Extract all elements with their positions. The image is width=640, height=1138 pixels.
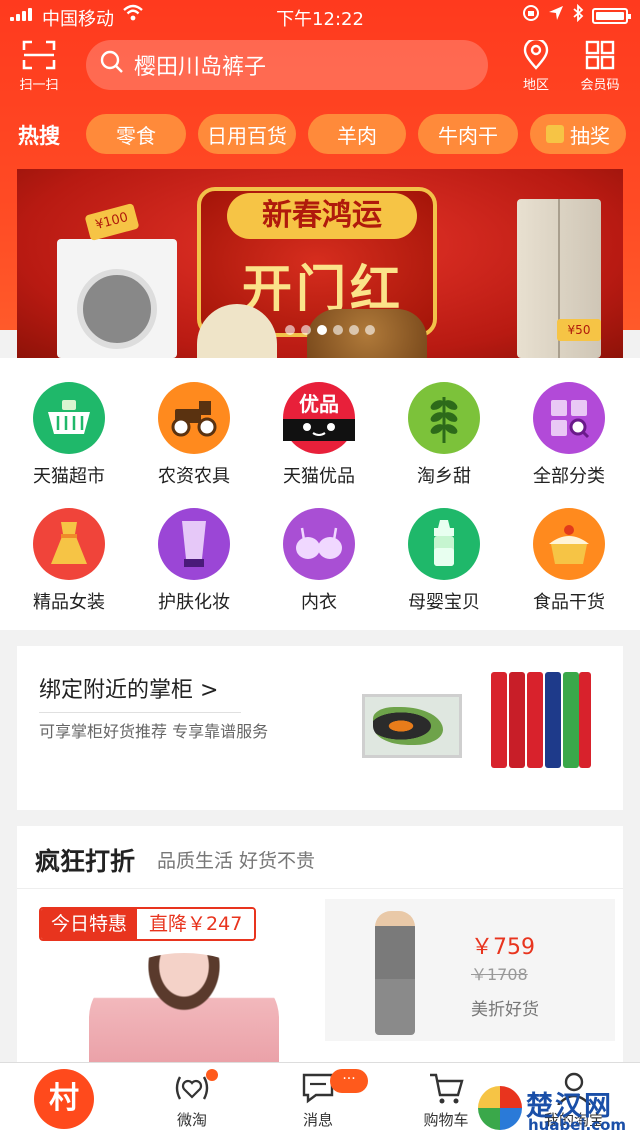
qr-code-icon xyxy=(585,40,615,70)
wheat-icon xyxy=(408,382,480,454)
bind-shopkeeper-card[interactable]: 绑定附近的掌柜 > 可享掌柜好货推荐 专享靠谱服务 xyxy=(17,646,623,810)
tmall-icon: 优品 xyxy=(283,382,355,454)
dress-icon xyxy=(33,508,105,580)
carousel-indicator xyxy=(285,325,375,335)
section-subtitle: 品质生活 好货不贵 xyxy=(157,850,316,872)
hot-search-item[interactable]: 零食 xyxy=(86,114,186,154)
search-input[interactable]: 樱田川岛裤子 xyxy=(86,40,488,90)
category-tmall-premium[interactable]: 优品 天猫优品 xyxy=(255,382,383,488)
hot-search-label: 热搜 xyxy=(18,124,60,148)
tab-weitao[interactable]: 微淘 xyxy=(142,1071,242,1130)
member-code-label: 会员码 xyxy=(580,78,620,93)
region-button[interactable]: 地区 xyxy=(508,40,564,93)
hot-search-item[interactable]: 日用百货 xyxy=(198,114,296,154)
shop-card-subtitle: 可享掌柜好货推荐 专享靠谱服务 xyxy=(39,722,269,741)
category-agri-tools[interactable]: 农资农具 xyxy=(130,382,258,488)
cake-icon xyxy=(533,508,605,580)
status-bar: 中国移动 下午12:22 xyxy=(0,0,640,32)
hot-search-item[interactable]: 牛肉干 xyxy=(418,114,518,154)
category-grid: 天猫超市 农资农具 优品 天猫优品 淘乡甜 全部分类 精品女装 护肤化妆 内衣 … xyxy=(0,358,640,630)
category-underwear[interactable]: 内衣 xyxy=(255,508,383,614)
bluetooth-icon xyxy=(572,3,584,27)
watermark-logo-icon xyxy=(478,1086,522,1130)
product-price: ￥759 xyxy=(471,935,535,960)
category-food[interactable]: 食品干货 xyxy=(505,508,633,614)
coupon-tag: ¥100 xyxy=(84,202,140,242)
tractor-icon xyxy=(158,382,230,454)
message-badge: ··· xyxy=(330,1069,368,1093)
hot-search-item[interactable]: 羊肉 xyxy=(308,114,406,154)
grey-suit-image xyxy=(375,911,415,1035)
category-search-icon xyxy=(533,382,605,454)
basket-icon xyxy=(33,382,105,454)
baby-bottle-icon xyxy=(408,508,480,580)
washer-image xyxy=(57,239,177,358)
site-watermark: 楚汉网 huabei.com xyxy=(478,1086,640,1138)
category-womens-fashion[interactable]: 精品女装 xyxy=(5,508,133,614)
location-pin-icon xyxy=(523,40,549,70)
product-card[interactable]: ￥759 ￥1708 美折好货 xyxy=(325,899,615,1041)
gift-icon xyxy=(546,125,564,143)
scan-label: 扫一扫 xyxy=(19,78,59,93)
floral-blouse-image xyxy=(89,953,279,1066)
location-arrow-icon xyxy=(548,5,564,26)
shop-card-title: 绑定附近的掌柜 > xyxy=(39,678,219,703)
scan-button[interactable]: 扫一扫 xyxy=(14,40,64,93)
cart-icon xyxy=(430,1073,464,1104)
tv-product-image xyxy=(362,694,462,758)
crazy-discount-section: 疯狂打折 品质生活 好货不贵 今日特惠 直降￥247 ￥759 ￥1708 美折… xyxy=(17,826,623,1066)
member-code-button[interactable]: 会员码 xyxy=(572,40,628,93)
category-tmall-supermarket[interactable]: 天猫超市 xyxy=(5,382,133,488)
battery-icon xyxy=(592,7,631,24)
search-placeholder: 樱田川岛裤子 xyxy=(134,55,267,80)
search-icon xyxy=(100,50,124,80)
banner-headline: 新春鸿运 xyxy=(227,193,417,239)
hot-search-row: 热搜 零食 日用百货 羊肉 牛肉干 抽奖 xyxy=(0,114,640,156)
category-mother-baby[interactable]: 母婴宝贝 xyxy=(380,508,508,614)
category-skincare[interactable]: 护肤化妆 xyxy=(130,508,258,614)
category-taoxiangtian[interactable]: 淘乡甜 xyxy=(380,382,508,488)
top-nav: 扫一扫 樱田川岛裤子 地区 会员码 xyxy=(0,38,640,98)
notification-dot xyxy=(206,1069,218,1081)
daily-deal-card[interactable]: 今日特惠 直降￥247 xyxy=(17,889,321,1066)
promo-banner[interactable]: ¥100 新春鸿运 开门红 ¥50 xyxy=(17,169,623,358)
region-label: 地区 xyxy=(522,78,549,93)
deal-badge: 今日特惠 直降￥247 xyxy=(39,907,257,941)
category-all[interactable]: 全部分类 xyxy=(505,382,633,488)
hot-search-item-lottery[interactable]: 抽奖 xyxy=(530,114,626,154)
scan-icon xyxy=(22,40,56,70)
product-old-price: ￥1708 xyxy=(471,965,528,984)
rotation-lock-icon xyxy=(522,4,540,27)
tab-home[interactable]: 村 xyxy=(34,1069,94,1129)
coupon-tag: ¥50 xyxy=(557,319,601,341)
section-title: 疯狂打折 xyxy=(35,847,136,876)
bra-icon xyxy=(283,508,355,580)
lotion-icon xyxy=(158,508,230,580)
product-tag: 美折好货 xyxy=(471,1000,539,1020)
